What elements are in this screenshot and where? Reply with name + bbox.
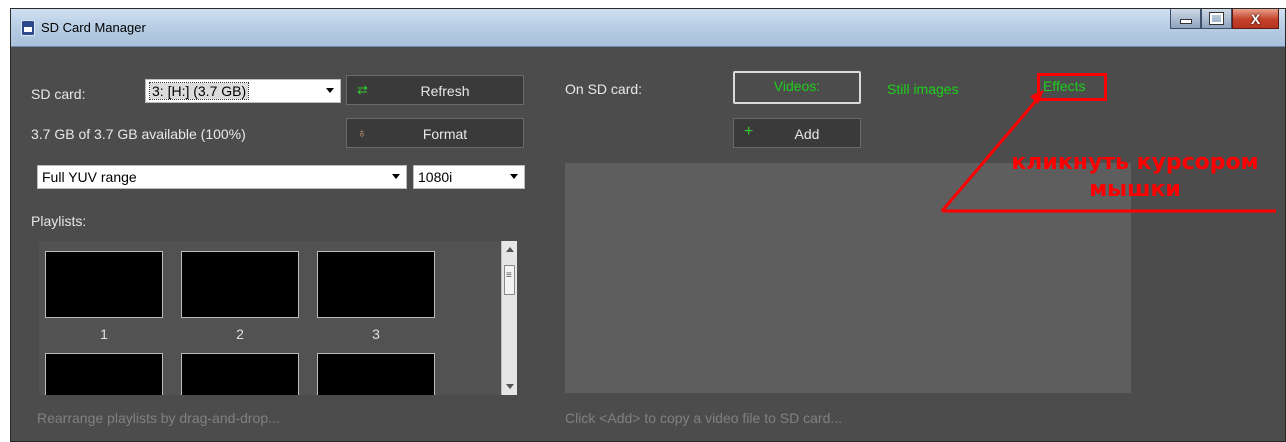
playlist-number: 2 bbox=[236, 326, 244, 342]
sd-card-value: 3: [H:] (3.7 GB) bbox=[148, 82, 250, 100]
maximize-icon bbox=[1209, 12, 1224, 25]
add-button[interactable]: + Add bbox=[733, 118, 861, 148]
close-icon: X bbox=[1250, 10, 1261, 27]
sd-card-label: SD card: bbox=[31, 86, 86, 102]
playlist-thumbnail[interactable] bbox=[45, 353, 163, 395]
chevron-down-icon bbox=[392, 174, 400, 179]
playlist-thumbnail[interactable] bbox=[181, 251, 299, 318]
yuv-range-select[interactable]: Full YUV range bbox=[37, 165, 407, 189]
minimize-icon bbox=[1179, 19, 1192, 24]
format-button[interactable]: ♁ Format bbox=[346, 118, 524, 148]
playlist-thumbnail[interactable] bbox=[317, 251, 435, 318]
tab-still-images[interactable]: Still images bbox=[887, 81, 959, 97]
close-button[interactable]: X bbox=[1232, 9, 1279, 29]
playlists-hint: Rearrange playlists by drag-and-drop... bbox=[37, 410, 280, 426]
playlist-thumbnail[interactable] bbox=[45, 251, 163, 318]
minimize-button[interactable] bbox=[1170, 9, 1201, 29]
playlists-scrollbar[interactable] bbox=[501, 241, 517, 395]
playlist-number: 1 bbox=[100, 326, 108, 342]
resolution-value: 1080i bbox=[418, 169, 453, 185]
format-label: Format bbox=[422, 126, 468, 142]
maximize-button[interactable] bbox=[1201, 9, 1232, 29]
available-space-text: 3.7 GB of 3.7 GB available (100%) bbox=[31, 126, 246, 142]
playlist-thumbnail[interactable] bbox=[317, 353, 435, 395]
tab-videos[interactable]: Videos: bbox=[733, 71, 861, 104]
refresh-button[interactable]: ⇄ Refresh bbox=[346, 75, 524, 105]
scroll-down-icon[interactable] bbox=[506, 384, 514, 389]
playlists-label: Playlists: bbox=[31, 213, 87, 229]
title-bar[interactable]: SD Card Manager X bbox=[11, 9, 1285, 47]
annotation-text-line1: кликнуть курсором bbox=[1011, 150, 1259, 175]
app-window: SD Card Manager X SD card: 3: [H:] (3.7 … bbox=[10, 8, 1286, 442]
playlist-number: 3 bbox=[372, 326, 380, 342]
caption-buttons: X bbox=[1170, 9, 1279, 31]
tab-effects[interactable]: Effects bbox=[1037, 73, 1107, 101]
scroll-up-icon[interactable] bbox=[506, 247, 514, 252]
resolution-select[interactable]: 1080i bbox=[413, 165, 525, 189]
chevron-down-icon bbox=[326, 88, 334, 93]
playlist-thumbnail[interactable] bbox=[181, 353, 299, 395]
on-sd-card-label: On SD card: bbox=[565, 81, 643, 97]
refresh-label: Refresh bbox=[420, 83, 470, 99]
sd-card-app-icon bbox=[21, 20, 35, 36]
annotation-text-line2: мышки bbox=[1089, 177, 1181, 202]
sd-card-select[interactable]: 3: [H:] (3.7 GB) bbox=[145, 79, 341, 103]
playlists-panel[interactable]: 1 2 3 bbox=[39, 241, 517, 395]
yuv-range-value: Full YUV range bbox=[42, 169, 137, 185]
videos-hint: Click <Add> to copy a video file to SD c… bbox=[565, 410, 843, 426]
scroll-thumb[interactable] bbox=[504, 265, 515, 295]
window-title: SD Card Manager bbox=[41, 20, 146, 35]
chevron-down-icon bbox=[510, 174, 518, 179]
add-label: Add bbox=[794, 126, 820, 142]
